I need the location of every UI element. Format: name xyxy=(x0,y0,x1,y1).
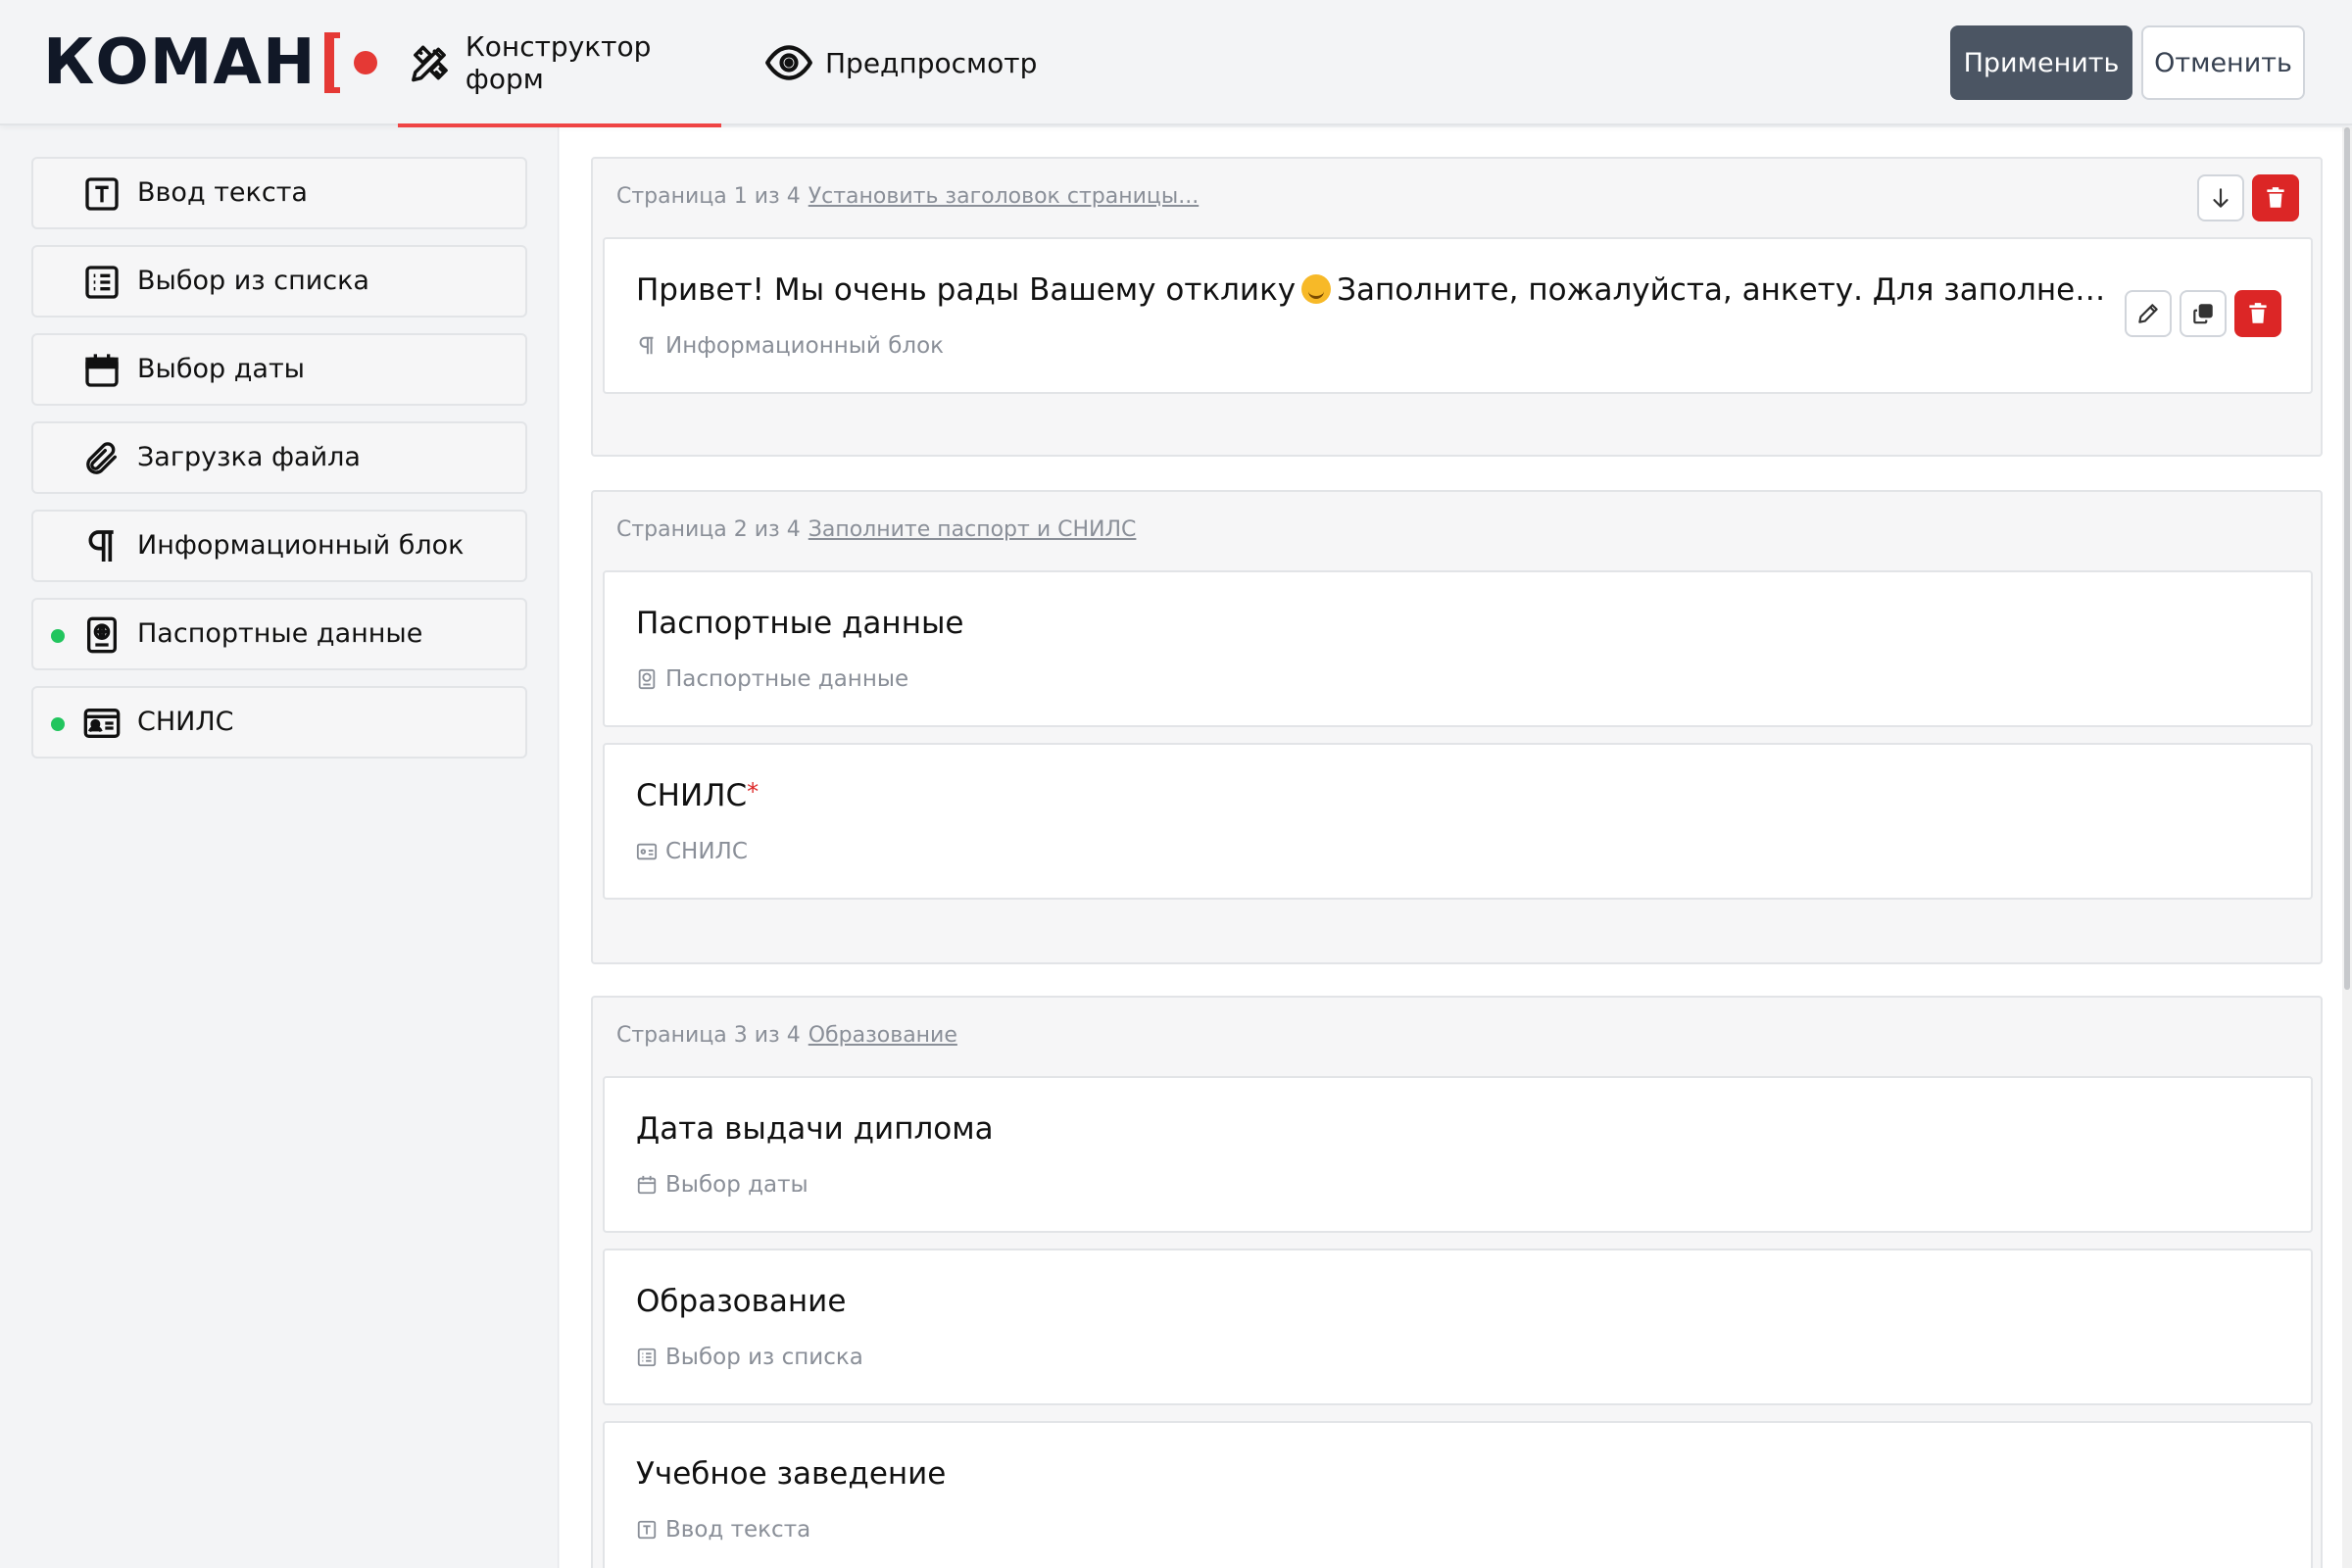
page-header: Страница 2 из 4 Заполните паспорт и СНИЛ… xyxy=(616,510,1136,549)
field-title: Паспортные данные xyxy=(636,606,964,641)
palette-item-label: Выбор даты xyxy=(137,354,305,384)
palette-item-label: Паспортные данные xyxy=(137,618,423,649)
id-card-icon xyxy=(83,709,121,738)
form-field-diploma-date[interactable]: Дата выдачи диплома Выбор даты xyxy=(603,1076,2313,1233)
duplicate-field-button[interactable] xyxy=(2180,290,2227,337)
list-icon xyxy=(85,266,119,299)
tab-preview-label: Предпросмотр xyxy=(825,46,1038,79)
field-title: СНИЛС* xyxy=(636,778,759,813)
cancel-button[interactable]: Отменить xyxy=(2141,25,2305,100)
form-canvas: Страница 1 из 4 Установить заголовок стр… xyxy=(560,127,2352,1568)
required-asterisk: * xyxy=(747,778,760,806)
field-title: Дата выдачи диплома xyxy=(636,1111,994,1147)
field-type: СНИЛС xyxy=(636,839,748,864)
field-title: Учебное заведение xyxy=(636,1456,947,1492)
trash-icon xyxy=(2267,187,2284,208)
field-title: Образование xyxy=(636,1284,847,1319)
page-title-link[interactable]: Заполните паспорт и СНИЛС xyxy=(808,517,1137,542)
field-type-label: Паспортные данные xyxy=(665,666,909,692)
field-title-text: СНИЛС xyxy=(636,778,748,813)
top-bar: КОМАН Конструктор форм Предпросмотр Прим… xyxy=(0,0,2352,127)
tab-form-constructor-label: Конструктор форм xyxy=(465,30,652,95)
form-field-info-block[interactable]: Привет! Мы очень рады Вашему отклику Запо… xyxy=(603,237,2313,394)
delete-field-button[interactable] xyxy=(2234,290,2281,337)
page-header: Страница 1 из 4 Установить заголовок стр… xyxy=(616,176,1199,216)
palette-item-file-upload[interactable]: Загрузка файла xyxy=(31,421,527,494)
field-type: Выбор из списка xyxy=(636,1345,863,1370)
delete-page-button[interactable] xyxy=(2252,174,2299,221)
paragraph-icon xyxy=(639,336,654,355)
field-type: Информационный блок xyxy=(636,333,944,359)
field-type: Ввод текста xyxy=(636,1517,810,1543)
used-indicator-dot xyxy=(51,717,65,731)
form-field-passport[interactable]: Паспортные данные Паспортные данные xyxy=(603,570,2313,727)
paragraph-icon xyxy=(88,530,114,562)
text-input-icon xyxy=(637,1520,657,1540)
calendar-icon xyxy=(637,1175,657,1195)
tab-form-constructor[interactable]: Конструктор форм xyxy=(398,0,721,127)
logo: КОМАН xyxy=(43,25,377,100)
pencil-icon xyxy=(2138,304,2158,323)
field-type: Выбор даты xyxy=(636,1172,808,1198)
arrow-down-icon xyxy=(2213,188,2229,208)
field-title-text-end: Заполните, пожалуйста, анкету. Для запол… xyxy=(1337,272,2116,308)
field-type-label: Выбор из списка xyxy=(665,1345,863,1370)
calendar-icon xyxy=(85,354,119,387)
form-field-institution[interactable]: Учебное заведение Ввод текста xyxy=(603,1421,2313,1568)
pencil-ruler-icon xyxy=(412,45,448,82)
field-type: Паспортные данные xyxy=(636,666,908,692)
paperclip-icon xyxy=(86,442,118,474)
palette-item-date-picker[interactable]: Выбор даты xyxy=(31,333,527,406)
field-actions xyxy=(2125,290,2281,337)
smile-emoji-icon xyxy=(1301,274,1332,304)
palette-item-passport[interactable]: Паспортные данные xyxy=(31,598,527,670)
canvas-scrollbar-thumb[interactable] xyxy=(2344,127,2350,990)
page-number: Страница 1 из 4 xyxy=(616,183,801,209)
palette-item-label: Ввод текста xyxy=(137,177,308,208)
palette-item-info-block[interactable]: Информационный блок xyxy=(31,510,527,582)
eye-icon xyxy=(765,45,812,80)
move-page-down-button[interactable] xyxy=(2197,174,2244,221)
palette-item-snils[interactable]: СНИЛС xyxy=(31,686,527,759)
logo-bracket-icon xyxy=(323,32,340,93)
page-header: Страница 3 из 4 Образование xyxy=(616,1015,957,1054)
tab-preview[interactable]: Предпросмотр xyxy=(764,0,1039,125)
copy-icon xyxy=(2193,304,2213,324)
field-type-label: СНИЛС xyxy=(665,839,748,864)
page-title-link[interactable]: Образование xyxy=(808,1023,957,1048)
page-number: Страница 2 из 4 xyxy=(616,516,801,542)
edit-field-button[interactable] xyxy=(2125,290,2172,337)
field-type-label: Ввод текста xyxy=(665,1517,811,1543)
palette-item-text-input[interactable]: Ввод текста xyxy=(31,157,527,229)
palette-item-label: Информационный блок xyxy=(137,530,465,561)
page-title-link[interactable]: Установить заголовок страницы... xyxy=(808,184,1199,209)
passport-icon xyxy=(87,616,117,654)
text-input-icon xyxy=(85,177,119,211)
trash-icon xyxy=(2249,303,2267,323)
form-field-snils[interactable]: СНИЛС* СНИЛС xyxy=(603,743,2313,900)
form-page-3: Страница 3 из 4 Образование Дата выдачи … xyxy=(591,996,2323,1568)
used-indicator-dot xyxy=(51,629,65,643)
apply-button[interactable]: Применить xyxy=(1950,25,2132,100)
form-page-1: Страница 1 из 4 Установить заголовок стр… xyxy=(591,157,2323,457)
form-field-education[interactable]: Образование Выбор из списка xyxy=(603,1249,2313,1405)
palette-item-list-select[interactable]: Выбор из списка xyxy=(31,245,527,318)
passport-icon xyxy=(638,668,656,690)
field-title-text-start: Привет! Мы очень рады Вашему отклику xyxy=(636,272,1297,308)
logo-dot-icon xyxy=(353,51,377,74)
id-card-icon xyxy=(636,843,658,860)
field-title: Привет! Мы очень рады Вашему отклику Запо… xyxy=(636,272,2116,308)
field-palette: Ввод текста Выбор из списка Выбор даты З… xyxy=(0,127,559,1568)
page-number: Страница 3 из 4 xyxy=(616,1022,801,1048)
palette-item-label: Выбор из списка xyxy=(137,266,369,296)
list-icon xyxy=(637,1348,657,1367)
palette-item-label: СНИЛС xyxy=(137,707,234,737)
field-type-label: Выбор даты xyxy=(665,1172,808,1198)
palette-item-label: Загрузка файла xyxy=(137,442,361,472)
page-actions xyxy=(2197,174,2299,221)
form-page-2: Страница 2 из 4 Заполните паспорт и СНИЛ… xyxy=(591,490,2323,964)
field-type-label: Информационный блок xyxy=(665,333,945,359)
logo-text: КОМАН xyxy=(43,26,317,99)
